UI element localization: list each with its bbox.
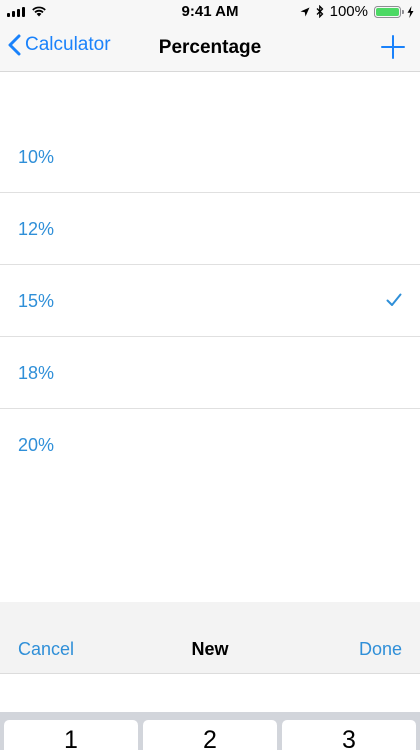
battery-icon [374,5,404,18]
checkmark-icon [386,293,402,306]
status-right: 100% [300,3,414,20]
list-item-18[interactable]: 18% [0,337,420,409]
percentage-screen: 9:41 AM 100% Calculator Percentage 10% 1… [0,0,420,750]
list-item-label: 20% [18,435,55,455]
location-arrow-icon [300,7,310,16]
battery-percent: 100% [329,3,368,20]
charging-bolt-icon [407,5,414,18]
battery-level-fill [376,7,399,16]
value-input-field[interactable] [0,674,420,712]
back-button[interactable]: Calculator [8,34,111,56]
navigation-bar: Calculator Percentage [0,24,420,72]
done-button[interactable]: Done [359,639,402,660]
list-item-20[interactable]: 20% [0,409,420,481]
new-item-toolbar: Cancel New Done [0,602,420,674]
key-1[interactable]: 1 [4,720,138,750]
list-item-label: 12% [18,219,55,239]
plus-icon[interactable] [380,34,406,60]
list-item-label: 18% [18,363,55,383]
list-item-10[interactable]: 10% [0,121,420,193]
status-bar: 9:41 AM 100% [0,0,420,24]
percentage-list: 10% 12% 15% 18% 20% [0,121,420,481]
key-2[interactable]: 2 [143,720,277,750]
numeric-keyboard: 1 2 3 [0,712,420,750]
list-item-12[interactable]: 12% [0,193,420,265]
back-button-label: Calculator [25,34,111,55]
chevron-left-icon [8,34,21,56]
toolbar-title: New [191,639,229,659]
bluetooth-icon [316,5,324,18]
list-item-15[interactable]: 15% [0,265,420,337]
key-3[interactable]: 3 [282,720,416,750]
list-item-label: 15% [18,291,55,311]
list-item-label: 10% [18,147,55,167]
